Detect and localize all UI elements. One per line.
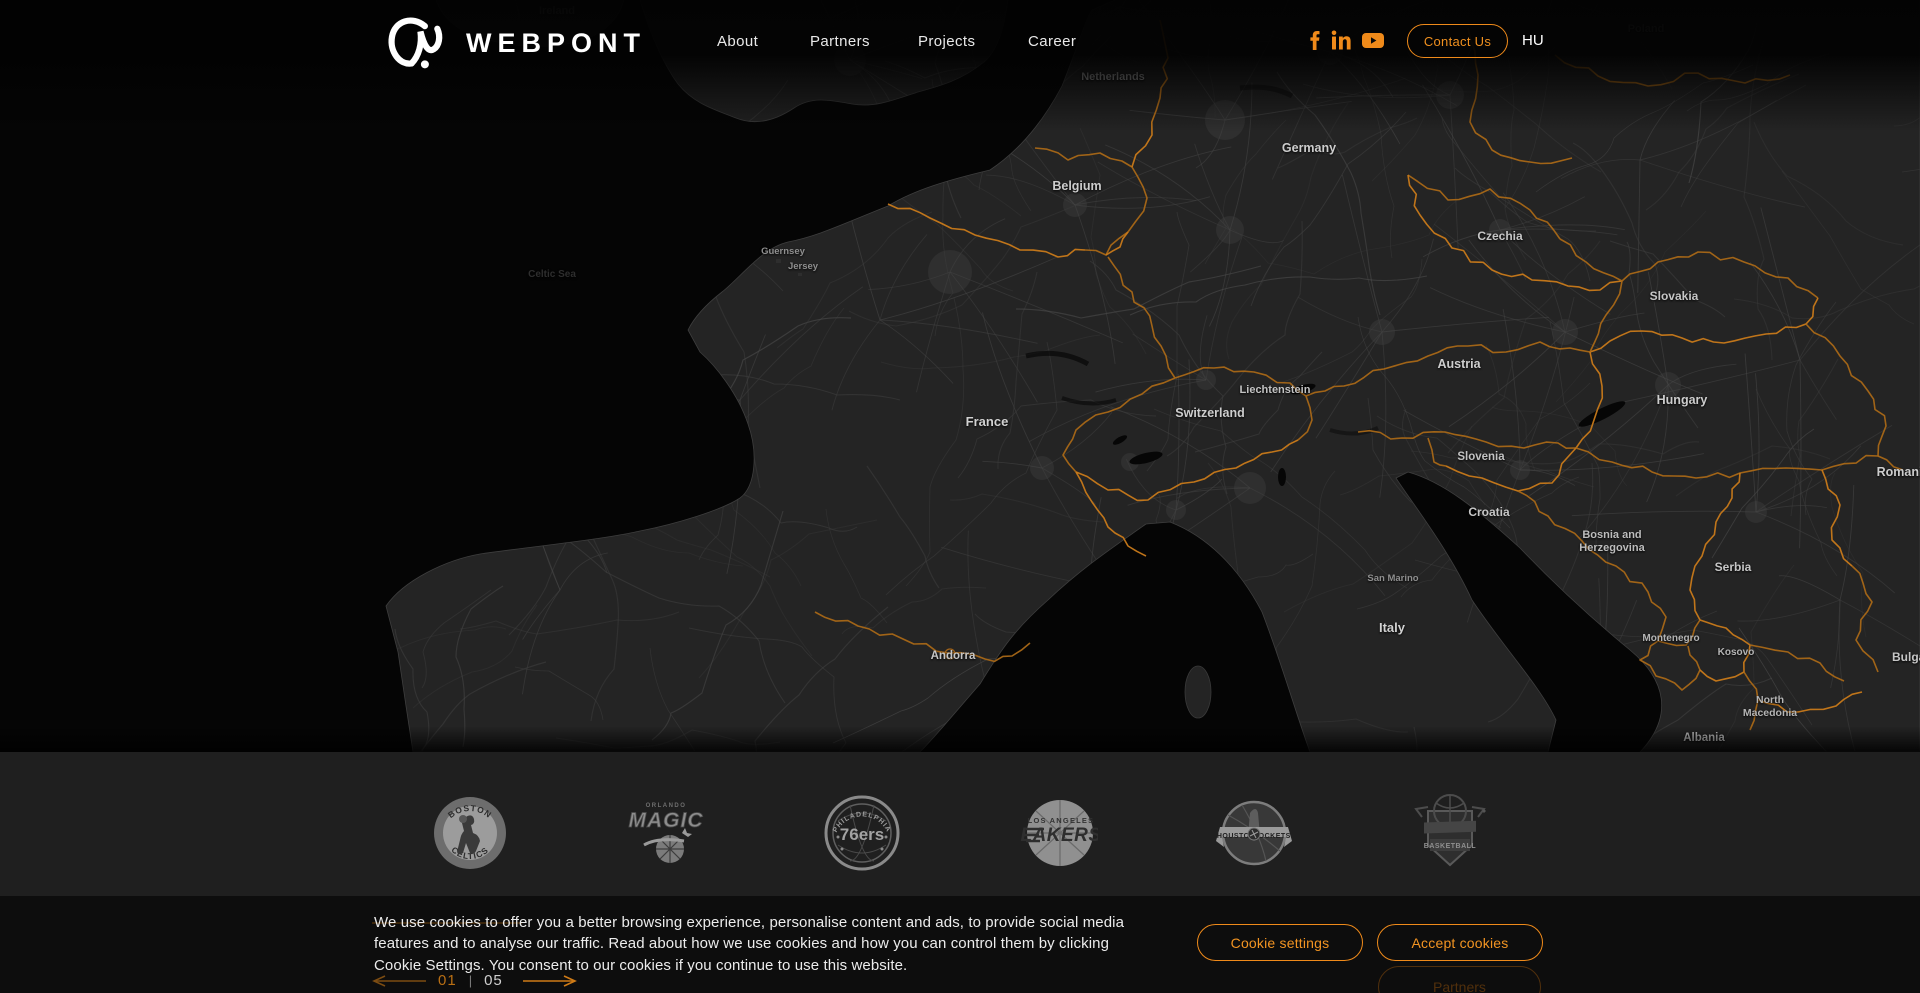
map-label: Austria — [1437, 357, 1481, 371]
contact-us-button[interactable]: Contact Us — [1407, 24, 1508, 58]
map-label: Slovenia — [1457, 451, 1505, 463]
previous-arrow-icon[interactable] — [372, 975, 428, 987]
language-switch[interactable]: HU — [1522, 32, 1544, 49]
map-label: Kosovo — [1718, 647, 1755, 658]
webpont-landing-page: IrelandPolandNetherlandsGermanyBelgiumCz… — [0, 0, 1920, 993]
lakers-top-text: LOS ANGELES — [1028, 816, 1095, 825]
map-label: Macedonia — [1743, 707, 1797, 719]
partner-logo-philadelphia-76ers: PHILADELPHIA 76ers — [822, 793, 902, 873]
map-label: Switzerland — [1175, 406, 1244, 420]
map-label: Croatia — [1468, 505, 1510, 519]
partner-logo-carousel: BOSTON CELTICS ORLANDO MAGIC PHILADELPHI… — [0, 793, 1920, 873]
map-label: Celtic Sea — [528, 269, 576, 280]
map-label: Germany — [1282, 141, 1336, 155]
map-label: France — [966, 414, 1009, 429]
map-label: Liechtenstein — [1240, 384, 1311, 396]
map-label: Andorra — [931, 650, 976, 662]
map-label: Montenegro — [1642, 633, 1699, 644]
nav-partners[interactable]: Partners — [810, 33, 870, 50]
map-label: Belgium — [1052, 179, 1101, 193]
map-label: Bulgaria — [1892, 650, 1920, 664]
map-label: Romania — [1877, 465, 1920, 479]
magic-main-text: MAGIC — [629, 809, 704, 832]
nav-about[interactable]: About — [717, 33, 758, 50]
partner-logo-boston-celtics: BOSTON CELTICS — [430, 793, 510, 873]
partner-logo-basketball-shield: BASKETBALL — [1410, 793, 1490, 873]
carousel-pagination: 01 | 05 — [372, 972, 577, 989]
map-label: Bosnia and — [1582, 529, 1641, 541]
shield-main-text: BASKETBALL — [1424, 843, 1477, 850]
linkedin-icon[interactable] — [1331, 30, 1351, 50]
map-label: Guernsey — [761, 246, 806, 257]
map-label: Serbia — [1715, 560, 1752, 574]
europe-map[interactable]: IrelandPolandNetherlandsGermanyBelgiumCz… — [0, 0, 1920, 752]
cookie-message: We use cookies to offer you a better bro… — [374, 912, 1132, 976]
brand-logo[interactable]: WEBPONT — [384, 12, 646, 74]
pagination-separator: | — [469, 973, 472, 988]
nav-career[interactable]: Career — [1028, 33, 1076, 50]
map-label: Czechia — [1477, 229, 1523, 243]
pagination-current: 01 — [438, 972, 457, 989]
nav-projects[interactable]: Projects — [918, 33, 975, 50]
sixers-main-text: 76ers — [840, 825, 884, 844]
map-label: North — [1756, 694, 1784, 706]
cookie-settings-button[interactable]: Cookie settings — [1197, 924, 1363, 961]
site-header: WEBPONT About Partners Projects Career C… — [0, 0, 1920, 84]
facebook-icon[interactable] — [1306, 30, 1322, 50]
map-label: Slovakia — [1650, 289, 1699, 303]
partner-logo-orlando-magic: ORLANDO MAGIC — [626, 793, 706, 873]
map-label: Herzegovina — [1579, 542, 1645, 554]
partner-logo-los-angeles-lakers: LOS ANGELES LAKERS — [1018, 793, 1098, 873]
youtube-icon[interactable] — [1362, 33, 1384, 48]
map-label: Hungary — [1657, 393, 1708, 407]
map-label: San Marino — [1367, 573, 1418, 584]
next-arrow-icon[interactable] — [521, 975, 577, 987]
brand-name: WEBPONT — [466, 28, 646, 59]
webpont-logo-icon — [384, 12, 448, 74]
map-label: Albania — [1683, 732, 1725, 744]
partner-logo-houston-rockets: HOUSTON ROCKETS — [1214, 793, 1294, 873]
map-label: Italy — [1379, 620, 1406, 635]
accept-cookies-button[interactable]: Accept cookies — [1377, 924, 1543, 961]
map-label: Jersey — [788, 261, 819, 272]
pagination-total: 05 — [484, 972, 503, 989]
